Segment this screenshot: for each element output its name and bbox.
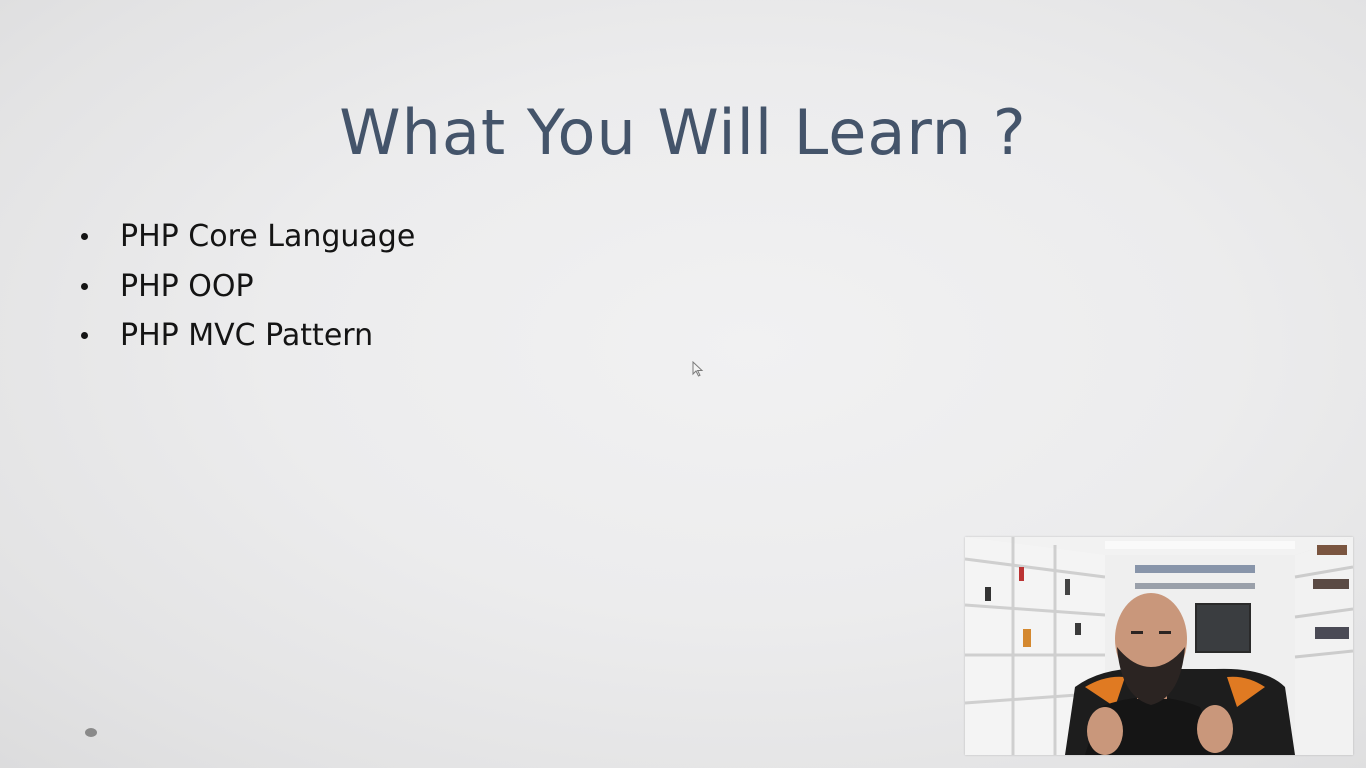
bullet-text: PHP Core Language — [120, 219, 416, 255]
presentation-slide: What You Will Learn ? PHP Core Language … — [0, 0, 1366, 768]
list-item: PHP MVC Pattern — [78, 311, 415, 361]
bullet-icon — [81, 332, 88, 340]
bullet-icon — [81, 282, 88, 290]
bullet-list: PHP Core Language PHP OOP PHP MVC Patter… — [78, 212, 415, 361]
bullet-text: PHP MVC Pattern — [120, 318, 374, 354]
list-item: PHP Core Language — [78, 212, 415, 262]
webcam-overlay — [965, 537, 1353, 755]
slide-title: What You Will Learn ? — [339, 96, 1027, 169]
slide-indicator-dot-icon[interactable] — [85, 728, 97, 737]
webcam-video-frame — [965, 537, 1353, 755]
mouse-pointer-icon — [692, 360, 704, 377]
bullet-text: PHP OOP — [120, 268, 254, 304]
bullet-icon — [81, 233, 88, 241]
list-item: PHP OOP — [78, 262, 415, 312]
